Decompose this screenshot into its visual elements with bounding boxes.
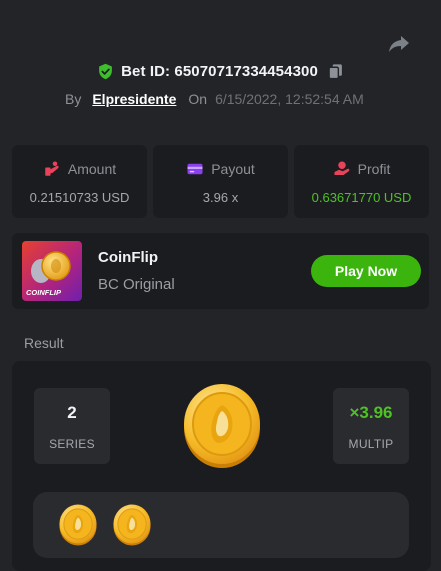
play-now-button[interactable]: Play Now <box>311 255 421 287</box>
profit-card: Profit 0.63671770 USD <box>294 145 429 218</box>
payout-label: Payout <box>211 161 255 177</box>
game-subtitle: BC Original <box>98 276 175 293</box>
bet-id: Bet ID: 6507071733445430​0 <box>121 63 318 80</box>
coin-icon <box>184 384 260 468</box>
bet-id-line: Bet ID: 6507071733445430​0 <box>0 63 441 80</box>
username-link[interactable]: Elpresidente <box>92 91 176 107</box>
profit-icon <box>334 161 350 175</box>
bet-author-line: By Elpresidente On 6/15/2022, 12:52:54 A… <box>65 91 364 107</box>
by-label: By <box>65 91 82 107</box>
copy-icon[interactable] <box>327 63 344 80</box>
payout-card: Payout 3.96 x <box>153 145 288 218</box>
profit-value: 0.63671770 USD <box>311 190 412 205</box>
shield-check-icon <box>99 63 112 80</box>
result-label: Result <box>24 335 64 351</box>
series-label: SERIES <box>49 437 95 451</box>
multiplier-value: ×3.96 <box>349 403 393 422</box>
series-value: 2 <box>67 403 77 422</box>
share-icon[interactable] <box>387 31 411 55</box>
coinflip-thumbnail[interactable]: COINFLIP <box>22 241 82 301</box>
payout-card-icon <box>187 163 203 175</box>
thumbnail-logo-text: COINFLIP <box>26 288 62 297</box>
payout-value: 3.96 x <box>202 190 239 205</box>
series-box: 2 SERIES <box>34 388 110 464</box>
multiplier-box: ×3.96 MULTIP <box>333 388 409 464</box>
game-title[interactable]: CoinFlip <box>98 249 158 266</box>
multiplier-label: MULTIP <box>348 437 394 451</box>
result-panel: 2 SERIES ×3.96 MULTIP <box>12 361 431 571</box>
on-label: On <box>188 91 208 107</box>
amount-icon <box>45 161 59 176</box>
amount-card: Amount 0.21510733 USD <box>12 145 147 218</box>
profit-label: Profit <box>357 161 391 177</box>
flip-history <box>33 492 409 558</box>
coin-icon <box>59 504 97 546</box>
bet-timestamp: 6/15/2022, 12:52:54 AM <box>215 91 364 107</box>
amount-label: Amount <box>67 161 117 177</box>
coin-icon <box>113 504 151 546</box>
amount-value: 0.21510733 USD <box>29 190 130 205</box>
game-card: COINFLIP CoinFlip BC Original Play Now <box>12 233 429 309</box>
